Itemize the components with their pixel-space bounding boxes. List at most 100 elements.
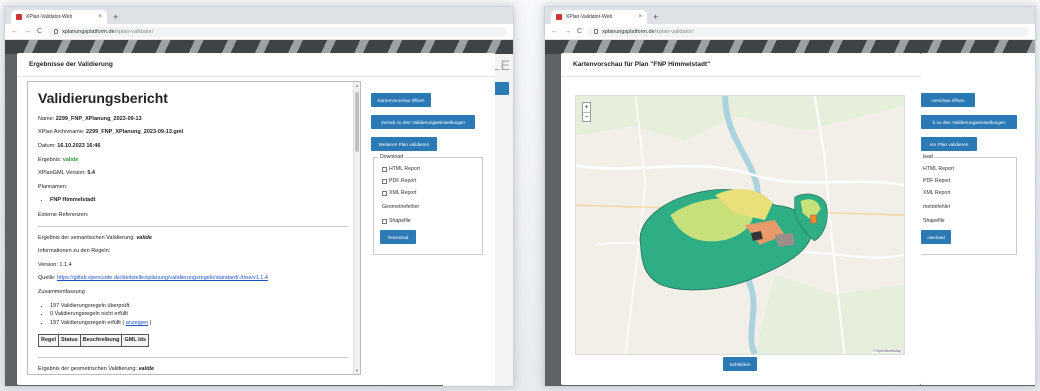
new-tab-icon[interactable]: + (653, 12, 658, 24)
map-preview-modal: Kartenvorschau für Plan "FNP Himmelstadt… (561, 53, 921, 385)
summary-item: 0 Validierungsregeln nicht erfüllt (50, 311, 348, 318)
download-button: ownload (921, 230, 951, 244)
scroll-up-icon[interactable]: ▲ (355, 83, 359, 88)
pdf-report-option[interactable]: PDF Report (382, 178, 416, 184)
download-legend: Download (378, 154, 406, 160)
forward-arrow-icon[interactable]: → (564, 28, 571, 35)
back-arrow-icon[interactable]: ← (551, 28, 558, 35)
rules-table: Regel Status Beschreibung GML Ids (38, 334, 150, 347)
plannames-label: Plannamen: (38, 183, 68, 190)
result-label: Ergebnis: (38, 156, 62, 163)
scroll-thumb[interactable] (355, 92, 359, 152)
html-report-option: HTML Report (923, 166, 954, 172)
new-tab-icon[interactable]: + (113, 12, 118, 24)
map-attribution: © OpenStreetMap (871, 349, 902, 353)
browser-tabstrip: XPlan-Validator-Web × + (545, 7, 1035, 24)
xml-report-option[interactable]: XML Report (382, 190, 417, 196)
report-heading: Validierungsbericht (38, 90, 168, 106)
back-to-settings-button[interactable]: Zurück zu den Validierungseinstellungen (371, 115, 475, 129)
url-path: /xplan-validator/ (114, 28, 154, 35)
validation-results-modal: Ergebnisse der Validierung Validierungsb… (17, 53, 495, 385)
url-host: xplanungsplatform.de (62, 28, 115, 35)
summary-item: 197 Validierungsregeln erfüllt ( anzeige… (50, 320, 348, 327)
close-button[interactable]: Schließen (723, 357, 757, 371)
geometry-errors-label: metriefehler (923, 204, 951, 210)
reload-icon[interactable]: C (577, 28, 582, 35)
lock-icon (54, 29, 59, 34)
address-bar: ← → C xplanungsplatform.de /xplan-valida… (5, 24, 513, 40)
browser-tab[interactable]: XPlan-Validator-Web × (11, 10, 107, 24)
results-modal-behind: vorschau öffnen k zu den Validierungsein… (921, 53, 1035, 385)
divider (38, 225, 348, 227)
table-header: GML Ids (121, 334, 150, 347)
pdf-report-option: PDF Report (923, 178, 951, 184)
source-link[interactable]: https://gitlab.opencode.de/xleitstelle/x… (57, 275, 268, 281)
semantic-label: Ergebnis der semantischen Validierung: (38, 234, 135, 241)
lock-icon (594, 29, 599, 34)
validate-another-button[interactable]: Weiteren Plan validieren (371, 137, 437, 151)
url-field[interactable]: xplanungsplatform.de /xplan-validator/ (588, 26, 1029, 37)
rules-version: Version: 1.1.4 (38, 261, 72, 268)
geometry-errors-label: Geometriefehler (382, 204, 420, 210)
modal-title: Ergebnisse der Validierung (17, 53, 495, 77)
divider (38, 356, 348, 358)
reload-icon[interactable]: C (37, 28, 42, 35)
map-preview[interactable]: + − © OpenStreetMap (575, 95, 905, 355)
name-label: Name: (38, 115, 55, 122)
modal-title: Kartenvorschau für Plan "FNP Himmelstadt… (561, 53, 921, 77)
show-rules-link[interactable]: anzeigen (126, 320, 148, 326)
checkbox[interactable] (382, 190, 387, 196)
left-screenshot: XPlan-Validator-Web × + ← → C xplanungsp… (4, 6, 514, 387)
source-label: Quelle: (38, 275, 56, 282)
table-header: Status (57, 334, 81, 347)
close-icon[interactable]: × (638, 14, 642, 20)
result-value: valide (62, 156, 79, 163)
url-path: /xplan-validator/ (654, 28, 694, 35)
checkbox[interactable] (382, 178, 387, 184)
download-button[interactable]: Download (380, 230, 416, 244)
html-report-option[interactable]: HTML Report (382, 166, 420, 172)
shapefile-option: Shapefile (923, 218, 945, 224)
favicon-icon (16, 14, 22, 20)
tab-title: XPlan-Validator-Web (566, 14, 613, 20)
summary-list: 197 Validierungsregeln überprüft 0 Valid… (50, 303, 348, 327)
archive-label: XPlan Archivname: (38, 129, 85, 136)
version-label: XPlanGML Version: (38, 170, 86, 177)
shapefile-option[interactable]: Shapefile (382, 218, 411, 224)
browser-tab[interactable]: XPlan-Validator-Web × (551, 10, 647, 24)
summary-item: 197 Validierungsregeln überprüft (50, 303, 348, 310)
summary-label: Zusammenfassung (38, 288, 85, 295)
planname-item: FNP Himmelstadt (50, 197, 348, 204)
zoom-in-button[interactable]: + (583, 103, 590, 112)
date-value: 16.10.2023 16:46 (57, 142, 101, 149)
map-preview-button: vorschau öffnen (921, 93, 975, 107)
header-stripes (545, 40, 1035, 54)
browser-tabstrip: XPlan-Validator-Web × + (5, 7, 513, 24)
download-legend: load (921, 154, 935, 160)
report-scrollbar[interactable]: ▲ ▼ (353, 82, 360, 374)
table-header: Regel (38, 334, 59, 347)
geometric-value: valide (138, 365, 155, 372)
favicon-icon (556, 14, 562, 20)
download-fieldset: load HTML Report PDF Report XML Report m… (921, 154, 1017, 255)
url-host: xplanungsplatform.de (602, 28, 655, 35)
right-screenshot: XPlan-Validator-Web × + ← → C xplanungsp… (544, 6, 1036, 387)
download-fieldset: Download HTML Report PDF Report XML Repo… (373, 154, 483, 255)
close-icon[interactable]: × (98, 14, 102, 20)
geometric-label: Ergebnis der geometrischen Validierung: (38, 365, 137, 372)
header-stripes (5, 40, 513, 54)
checkbox[interactable] (382, 166, 387, 172)
back-to-settings-button: k zu den Validierungseinstellungen (921, 115, 1017, 129)
map-preview-button[interactable]: Kartenvorschau öffnen (371, 93, 431, 107)
zoom-out-button[interactable]: − (583, 112, 590, 121)
date-label: Datum: (38, 142, 56, 149)
forward-arrow-icon[interactable]: → (24, 28, 31, 35)
scroll-down-icon[interactable]: ▼ (355, 368, 359, 373)
checkbox[interactable] (382, 218, 387, 224)
name-value: 2299_FNP_XPlanung_2023-09-13 (55, 115, 142, 122)
tab-title: XPlan-Validator-Web (26, 14, 73, 20)
back-arrow-icon[interactable]: ← (11, 28, 18, 35)
url-field[interactable]: xplanungsplatform.de /xplan-validator/ (48, 26, 507, 37)
archive-value: 2299_FNP_XPlanung_2023-09-13.gml (86, 129, 184, 136)
validation-report[interactable]: Validierungsbericht Name: 2299_FNP_XPlan… (27, 81, 361, 375)
